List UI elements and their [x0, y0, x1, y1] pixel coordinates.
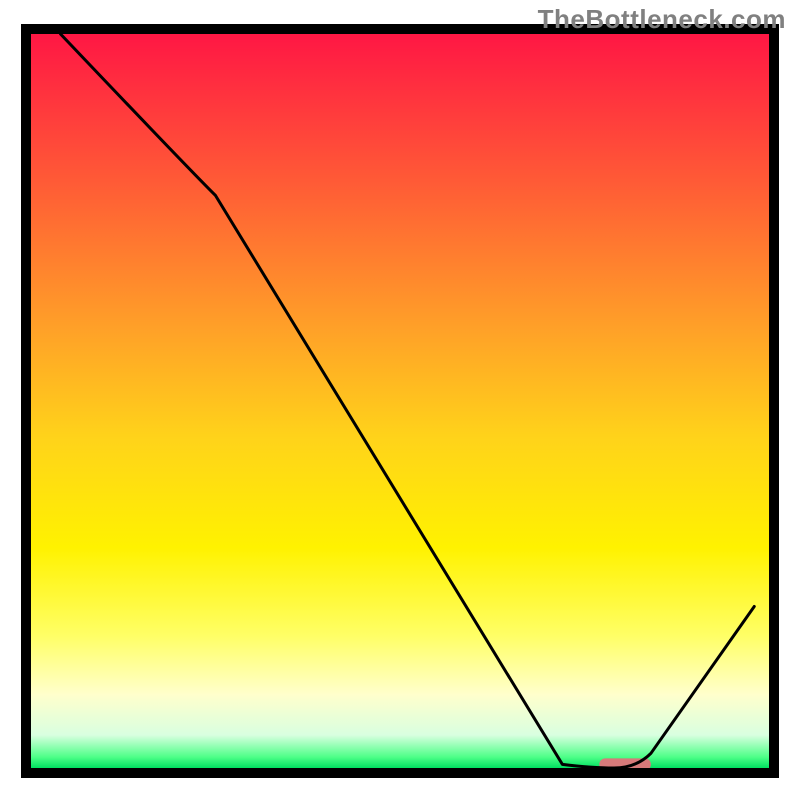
chart-container: { "attribution": "TheBottleneck.com", "c…: [0, 0, 800, 800]
plot-area: [31, 34, 769, 768]
bottleneck-curve-chart: [0, 0, 800, 800]
attribution-watermark: TheBottleneck.com: [538, 4, 786, 35]
